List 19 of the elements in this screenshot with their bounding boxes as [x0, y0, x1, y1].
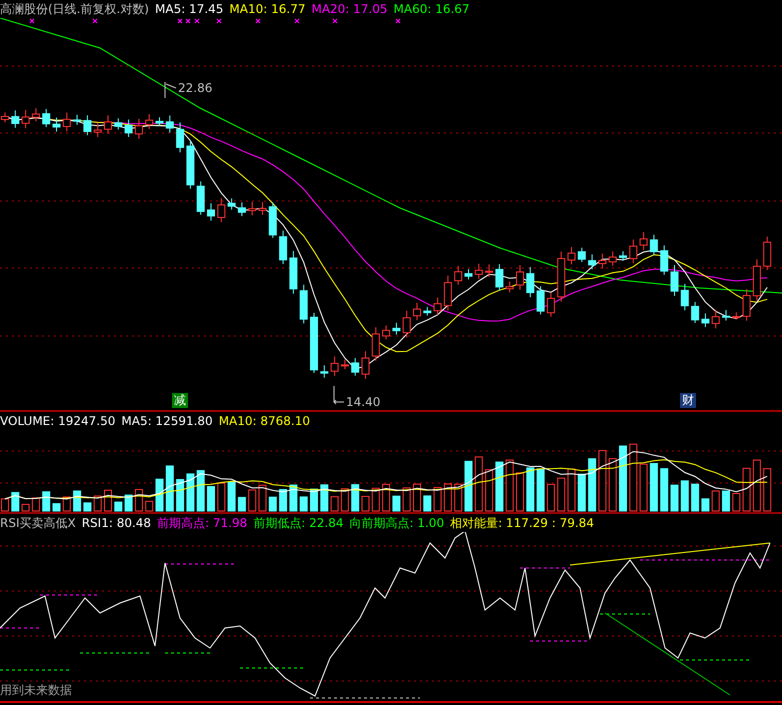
legend-label: 相对能量: 117.29 : 79.84	[450, 514, 594, 532]
legend-label: MA10: 16.77	[229, 2, 306, 16]
legend-label: RSI1: 80.48	[82, 516, 152, 530]
legend-label: RSI买卖高低X	[0, 514, 76, 532]
legend-label: 前期高点: 71.98	[157, 514, 248, 532]
legend-label: 向前期高点: 1.00	[350, 514, 444, 532]
legend-label: 高澜股份(日线.前复权.对数)	[0, 0, 149, 18]
legend-label: MA20: 17.05	[311, 2, 388, 16]
price-label: 14.40	[346, 395, 380, 409]
legend-label: 前期低点: 22.84	[253, 514, 344, 532]
event-badge: 财	[680, 393, 696, 408]
footer-note: 用到未来数据	[0, 682, 72, 699]
event-badge: 减	[172, 393, 188, 408]
legend-label: VOLUME: 19247.50	[0, 414, 116, 428]
price-label: 22.86	[178, 81, 212, 95]
legend-label: MA10: 8768.10	[218, 414, 310, 428]
legend-label: MA5: 12591.80	[121, 414, 213, 428]
legend-label: MA5: 17.45	[155, 2, 224, 16]
legend-label: MA60: 16.67	[394, 2, 470, 16]
